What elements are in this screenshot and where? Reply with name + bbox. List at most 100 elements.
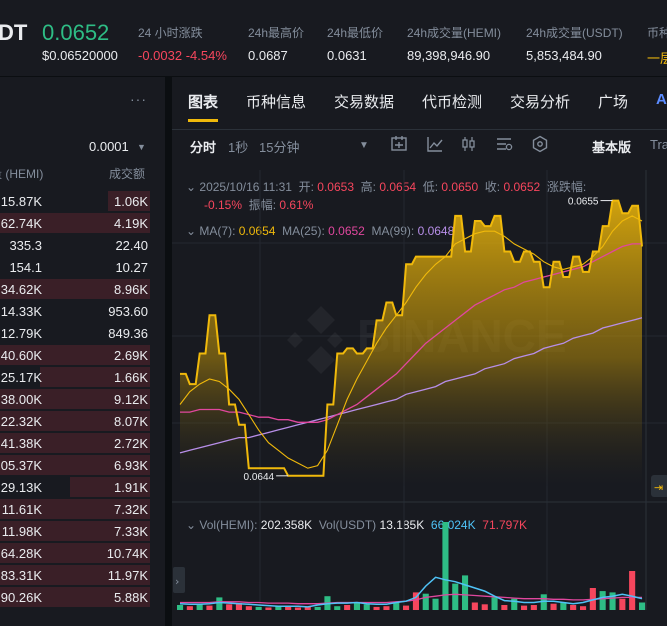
drawing-tools-icon[interactable]: [495, 135, 513, 153]
trade-value: 1.91K: [114, 480, 148, 495]
candlestick-icon[interactable]: [460, 135, 478, 153]
volume-bars: [177, 522, 646, 610]
trade-row: 62.74K 4.19K: [0, 212, 150, 234]
scroll-right-button[interactable]: ⇥: [651, 475, 667, 497]
tab-chart[interactable]: 图表: [188, 91, 218, 112]
trade-amount: 11.61K: [1, 502, 42, 517]
volume-bar: [521, 605, 528, 610]
caret-down-icon[interactable]: ▼: [359, 140, 369, 151]
volume-bar: [294, 607, 301, 610]
trade-amount: 05.37K: [0, 458, 42, 473]
volume-bar: [206, 605, 213, 610]
tab-square[interactable]: 广场: [598, 91, 628, 112]
trade-amount: 34.62K: [0, 282, 42, 297]
volume-bar: [353, 602, 360, 610]
trade-row: 11.98K 7.33K: [0, 520, 150, 542]
trade-amount: 335.3: [9, 238, 42, 253]
trade-amount: 29.13K: [0, 480, 42, 495]
trade-value: 1.66K: [114, 370, 148, 385]
trade-amount: 12.79K: [0, 326, 42, 341]
settings-icon[interactable]: [531, 135, 549, 153]
pair-symbol[interactable]: DT: [0, 20, 27, 46]
volume-bar: [422, 593, 429, 610]
volume-bar: [560, 602, 567, 610]
ticker-header: DT 0.0652 $0.06520000 24 小时涨跌 -0.0032 -4…: [0, 0, 667, 76]
trade-amount: 15.87K: [0, 194, 42, 209]
tick-size-select[interactable]: 0.0001: [89, 139, 129, 154]
stat-high-value: 0.0687: [248, 48, 288, 63]
trade-amount: 40.60K: [0, 348, 42, 363]
trade-row: 14.33K 953.60: [0, 300, 150, 322]
volume-bar: [245, 606, 252, 610]
trade-row: 15.87K 1.06K: [0, 190, 150, 212]
volume-bar: [314, 606, 321, 610]
volume-bar: [373, 606, 380, 610]
trade-value: 2.69K: [114, 348, 148, 363]
volume-bar: [334, 606, 341, 610]
tab-token-check[interactable]: 代币检测: [422, 91, 482, 112]
price-chart[interactable]: BINANCE 0.06550.0644 › ⇥: [172, 170, 667, 610]
trade-value: 9.12K: [114, 392, 148, 407]
stat-change-label: 24 小时涨跌: [138, 26, 203, 40]
volume-bar: [491, 597, 498, 610]
trade-amount: 154.1: [9, 260, 42, 275]
trade-amount: 14.33K: [0, 304, 42, 319]
stat-high-label: 24h最高价: [248, 26, 305, 40]
col-header-value: 成交额: [109, 167, 146, 181]
trade-value: 10.27: [115, 260, 148, 275]
trade-value: 5.88K: [114, 590, 148, 605]
trade-value: 7.33K: [114, 524, 148, 539]
active-tab-indicator: [188, 119, 218, 122]
trade-row: 34.62K 8.96K: [0, 278, 150, 300]
trade-value: 953.60: [108, 304, 148, 319]
interval-1s[interactable]: 1秒: [228, 137, 248, 156]
stat-low-label: 24h最低价: [327, 26, 384, 40]
trade-row: 38.00K 9.12K: [0, 388, 150, 410]
trade-row: 64.28K 10.74K: [0, 542, 150, 564]
tradingview-toggle[interactable]: Tra: [650, 137, 667, 152]
stat-volume-quote-value: 5,853,484.90: [526, 48, 602, 63]
trade-value: 8.07K: [114, 414, 148, 429]
trade-amount: 64.28K: [0, 546, 42, 561]
volume-bar: [501, 605, 508, 610]
stat-token-value[interactable]: 一层: [647, 48, 667, 67]
volume-bar: [530, 605, 537, 610]
tab-token-info[interactable]: 币种信息: [246, 91, 306, 112]
trade-value: 11.97K: [107, 568, 148, 583]
tab-ai[interactable]: AI: [656, 91, 667, 108]
trade-value: 849.36: [108, 326, 148, 341]
stat-low-value: 0.0631: [327, 48, 367, 63]
trade-row: 90.26K 5.88K: [0, 586, 150, 608]
chevron-down-icon[interactable]: ▼: [137, 142, 146, 152]
interval-timeline[interactable]: 分时: [190, 137, 216, 156]
last-price: 0.0652: [42, 20, 110, 45]
tab-divider: [172, 129, 667, 130]
trade-amount: 83.31K: [0, 568, 42, 583]
volume-bar: [383, 606, 390, 610]
interval-15m[interactable]: 15分钟: [259, 137, 299, 156]
stat-volume-base-label: 24h成交量(HEMI): [407, 26, 502, 40]
indicator-settings-icon[interactable]: [390, 135, 408, 153]
volume-bar: [177, 605, 184, 610]
trade-row: 05.37K 6.93K: [0, 454, 150, 476]
volume-bar: [432, 598, 439, 610]
trades-panel: ··· 0.0001 ▼ 量 (HEMI) 成交额 15.87K 1.06K 62.…: [0, 77, 165, 626]
tab-trading-data[interactable]: 交易数据: [334, 91, 394, 112]
trade-row: 22.32K 8.07K: [0, 410, 150, 432]
trade-row: 40.60K 2.69K: [0, 344, 150, 366]
basic-version-toggle[interactable]: 基本版: [592, 137, 631, 156]
trade-amount: 22.32K: [0, 414, 42, 429]
tab-trade-analysis[interactable]: 交易分析: [510, 91, 570, 112]
scroll-left-button[interactable]: ›: [173, 567, 185, 593]
volume-bar: [462, 575, 469, 610]
trade-value: 22.40: [115, 238, 148, 253]
trade-row: 335.3 22.40: [0, 234, 150, 256]
volume-bar: [265, 607, 272, 610]
stat-change-value: -0.0032 -4.54%: [138, 48, 227, 63]
more-dots-icon[interactable]: ···: [130, 91, 147, 107]
volume-bar: [226, 604, 233, 610]
stat-volume-base-value: 89,398,946.90: [407, 48, 491, 63]
volume-bar: [403, 605, 410, 610]
line-chart-icon[interactable]: [426, 135, 444, 153]
stat-volume-quote-label: 24h成交量(USDT): [526, 26, 623, 40]
